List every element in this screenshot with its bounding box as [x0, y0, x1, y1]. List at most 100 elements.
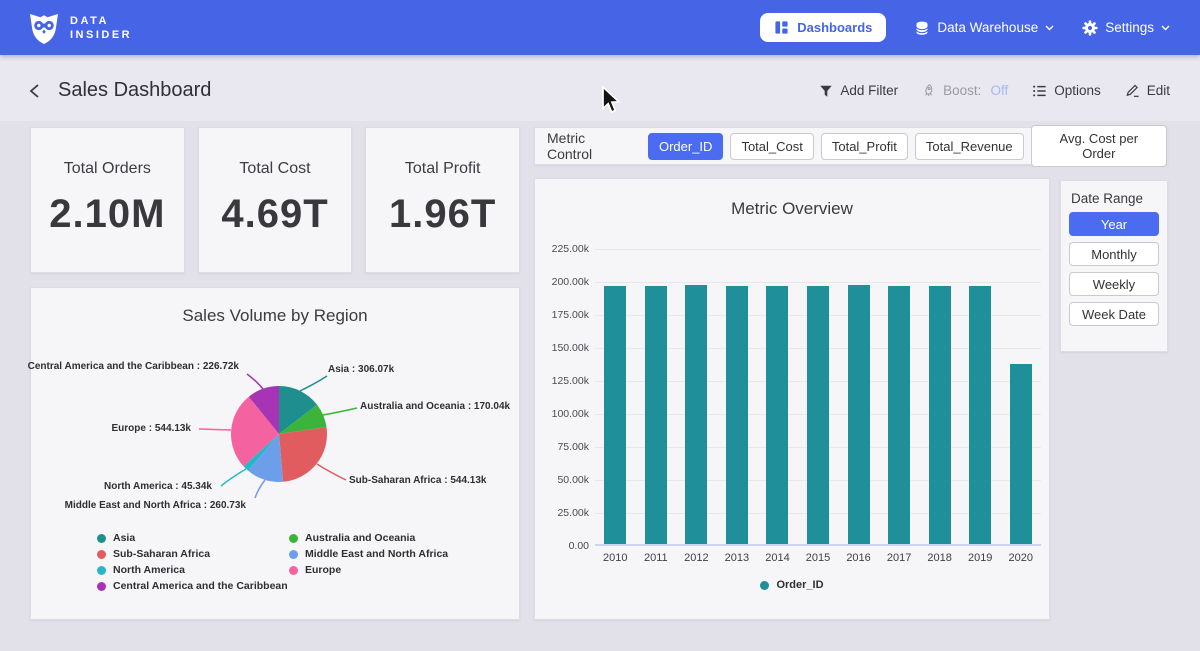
y-tick-label: 100.00k	[537, 408, 589, 420]
bar-column-2010	[595, 249, 636, 544]
back-button[interactable]	[28, 83, 42, 104]
legend-text: Australia and Oceania	[305, 532, 415, 544]
y-tick-label: 50.00k	[537, 474, 589, 486]
date-range-option-weekly[interactable]: Weekly	[1069, 272, 1159, 296]
date-range-option-monthly[interactable]: Monthly	[1069, 242, 1159, 266]
navbar-menu: Dashboards Data Warehouse	[760, 13, 1170, 42]
settings-menu[interactable]: Settings	[1082, 20, 1170, 36]
bar-chart-plot	[595, 249, 1041, 546]
pie-label-north-america: North America : 45.34k	[104, 481, 212, 492]
y-tick-label: 25.00k	[537, 507, 589, 519]
x-tick-label: 2019	[960, 552, 1001, 564]
pie-slice-sub-saharan-africa	[279, 427, 327, 482]
options-button[interactable]: Options	[1032, 83, 1101, 98]
bar-2019	[969, 286, 991, 544]
database-icon	[914, 20, 930, 36]
date-range-buttons: Year Monthly Weekly Week Date	[1061, 208, 1167, 330]
data-warehouse-label: Data Warehouse	[937, 20, 1038, 35]
dashboards-button[interactable]: Dashboards	[760, 13, 886, 42]
page-title: Sales Dashboard	[58, 79, 211, 102]
options-label: Options	[1054, 83, 1101, 98]
dashboard-grid-icon	[774, 20, 789, 35]
brand-line2: INSIDER	[70, 28, 132, 42]
kpi-value: 1.96T	[389, 192, 496, 237]
bar-2020	[1010, 364, 1032, 544]
header-actions: Add Filter Boost: Off Opt	[819, 83, 1170, 98]
boost-label: Boost:	[943, 83, 981, 98]
legend-text: Europe	[305, 564, 341, 576]
metric-option-order-id[interactable]: Order_ID	[648, 133, 723, 160]
legend-dot	[97, 566, 106, 575]
legend-item-asia[interactable]: Asia	[97, 532, 288, 544]
brand-logo[interactable]: DATA INSIDER	[28, 11, 132, 45]
legend-item-australia-and-oceania[interactable]: Australia and Oceania	[289, 532, 448, 544]
bar-2012	[685, 285, 707, 544]
kpi-label: Total Profit	[405, 160, 481, 178]
pie-leader-line	[317, 464, 346, 480]
date-range-label: Date Range	[1071, 191, 1167, 206]
legend-dot	[289, 550, 298, 559]
boost-toggle[interactable]: Boost: Off	[922, 83, 1008, 98]
x-tick-label: 2011	[636, 552, 677, 564]
y-tick-label: 125.00k	[537, 375, 589, 387]
legend-item-sub-saharan-africa[interactable]: Sub-Saharan Africa	[97, 548, 288, 560]
boost-state: Off	[990, 83, 1008, 98]
chevron-down-icon	[1161, 25, 1170, 31]
legend-dot	[289, 566, 298, 575]
metric-control-buttons: Order_ID Total_Cost Total_Profit Total_Reve…	[648, 125, 1167, 167]
pie-label-australia-and-oceania: Australia and Oceania : 170.04k	[360, 401, 510, 412]
pie-label-middle-east-and-north-africa: Middle East and North Africa : 260.73k	[65, 500, 246, 511]
kpi-card-total-orders: Total Orders 2.10M	[30, 127, 185, 273]
edit-label: Edit	[1147, 83, 1170, 98]
pie-leader-line	[323, 408, 357, 415]
pie-leader-line	[221, 469, 246, 486]
brand-name: DATA INSIDER	[70, 14, 132, 42]
rocket-icon	[922, 83, 936, 98]
pie-label-asia: Asia : 306.07k	[328, 364, 394, 375]
x-tick-label: 2017	[879, 552, 920, 564]
data-warehouse-menu[interactable]: Data Warehouse	[914, 20, 1054, 36]
pie-leader-line	[255, 480, 265, 498]
kpi-value: 2.10M	[49, 192, 165, 237]
kpi-label: Total Cost	[239, 160, 310, 178]
y-tick-label: 200.00k	[537, 276, 589, 288]
metric-option-avg-cost-per-order[interactable]: Avg. Cost per Order	[1031, 125, 1167, 167]
legend-dot	[97, 582, 106, 591]
kpi-row: Total Orders 2.10M Total Cost 4.69T Tota…	[30, 127, 520, 273]
legend-text: Middle East and North Africa	[305, 548, 448, 560]
bar-chart-legend[interactable]: Order_ID	[535, 579, 1049, 591]
options-list-icon	[1032, 84, 1047, 98]
pie-legend-column-1: Asia Sub-Saharan Africa North America Centr…	[97, 532, 288, 592]
legend-text: Asia	[113, 532, 135, 544]
date-range-option-year[interactable]: Year	[1069, 212, 1159, 236]
y-tick-label: 0.00	[537, 540, 589, 552]
pie-leader-line	[247, 374, 263, 389]
pie-label-europe: Europe : 544.13k	[112, 423, 191, 434]
date-range-option-week-date[interactable]: Week Date	[1069, 302, 1159, 326]
gear-icon	[1082, 20, 1098, 36]
bar-chart-title: Metric Overview	[535, 199, 1049, 219]
legend-dot	[97, 534, 106, 543]
bar-column-2014	[757, 249, 798, 544]
pie-label-sub-saharan-africa: Sub-Saharan Africa : 544.13k	[349, 475, 486, 486]
legend-item-middle-east-and-north-africa[interactable]: Middle East and North Africa	[289, 548, 448, 560]
metric-option-total-cost[interactable]: Total_Cost	[730, 133, 813, 160]
metric-control-bar: Metric Control Order_IDTotal_CostTotal_P…	[534, 127, 1168, 165]
x-tick-label: 2012	[676, 552, 717, 564]
add-filter-button[interactable]: Add Filter	[819, 83, 898, 98]
legend-item-central-america-and-the-caribbean[interactable]: Central America and the Caribbean	[97, 580, 288, 592]
edit-button[interactable]: Edit	[1125, 83, 1170, 98]
bar-column-2020	[1000, 249, 1041, 544]
metric-option-total-revenue[interactable]: Total_Revenue	[915, 133, 1024, 160]
kpi-card-total-cost: Total Cost 4.69T	[198, 127, 353, 273]
kpi-label: Total Orders	[64, 160, 151, 178]
legend-item-north-america[interactable]: North America	[97, 564, 288, 576]
bar-column-2011	[636, 249, 677, 544]
bar-2015	[807, 286, 829, 544]
bar-column-2019	[960, 249, 1001, 544]
dashboards-label: Dashboards	[797, 20, 872, 35]
y-tick-label: 75.00k	[537, 441, 589, 453]
metric-option-total-profit[interactable]: Total_Profit	[821, 133, 908, 160]
bar-2011	[645, 286, 667, 544]
legend-item-europe[interactable]: Europe	[289, 564, 448, 576]
